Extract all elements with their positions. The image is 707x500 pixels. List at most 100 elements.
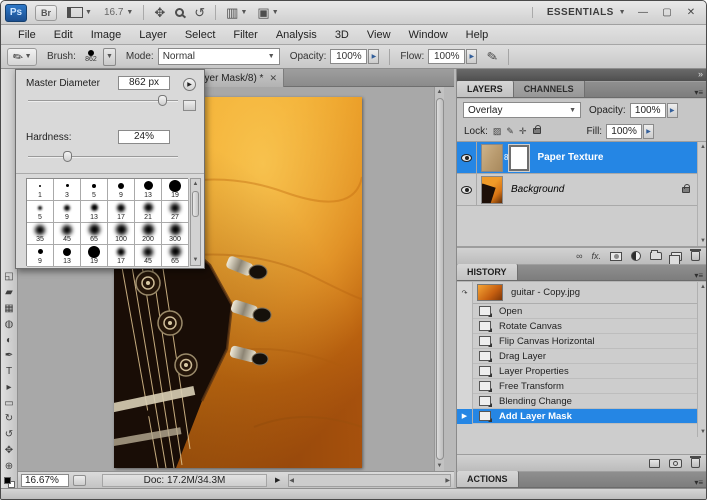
panel-menu-icon[interactable]: ▾≡: [694, 271, 707, 280]
horizontal-scrollbar[interactable]: ◀ ▶: [288, 474, 451, 487]
dodge-tool-icon[interactable]: ◐: [1, 332, 17, 348]
menu-layer[interactable]: Layer: [130, 29, 176, 41]
scroll-down-icon[interactable]: ▼: [437, 461, 443, 471]
zoom-tool-icon[interactable]: [175, 8, 184, 17]
menu-filter[interactable]: Filter: [224, 29, 266, 41]
brush-preset-45[interactable]: 45: [135, 245, 162, 267]
scroll-down-icon[interactable]: ▼: [193, 255, 199, 265]
close-button[interactable]: ✕: [684, 7, 698, 18]
brush-preset-21[interactable]: 21: [135, 201, 162, 223]
scroll-down-icon[interactable]: ▼: [700, 236, 706, 246]
new-group-icon[interactable]: [650, 252, 662, 260]
hand-tool-icon[interactable]: ✥: [154, 5, 165, 21]
history-state-layer-properties[interactable]: Layer Properties: [457, 364, 698, 379]
status-zoom-field[interactable]: 16.67%: [21, 474, 69, 487]
tab-channels[interactable]: CHANNELS: [514, 81, 585, 97]
history-brush-source[interactable]: ↷: [457, 282, 473, 304]
brush-preset-17[interactable]: 17: [108, 245, 135, 267]
brush-preset-9[interactable]: 9: [27, 245, 54, 267]
layer-mask-thumbnail[interactable]: [509, 145, 529, 171]
popup-flyout-button[interactable]: ▶: [183, 78, 196, 91]
status-options-arrow[interactable]: ▶: [275, 476, 280, 484]
history-scrollbar[interactable]: ▲ ▼: [697, 282, 707, 437]
menu-analysis[interactable]: Analysis: [267, 29, 326, 41]
new-layer-icon[interactable]: [671, 252, 682, 261]
brush-preset-5[interactable]: 5: [27, 201, 54, 223]
slider-thumb[interactable]: [158, 95, 167, 106]
workspace-switcher[interactable]: ESSENTIALS▼: [532, 7, 626, 18]
delete-layer-icon[interactable]: [691, 251, 700, 261]
scroll-up-icon[interactable]: ▲: [437, 87, 443, 97]
brush-preset-19[interactable]: 19: [162, 179, 189, 201]
color-swatches[interactable]: [4, 477, 15, 488]
layer-opacity-slider-button[interactable]: ▶: [667, 103, 678, 118]
brush-preset-5[interactable]: 5: [81, 179, 108, 201]
menu-window[interactable]: Window: [400, 29, 457, 41]
panel-menu-icon[interactable]: ▾≡: [694, 88, 707, 97]
delete-state-icon[interactable]: [691, 458, 700, 468]
arrange-documents-icon[interactable]: ▥▼: [226, 5, 247, 21]
foreground-color[interactable]: [4, 477, 11, 484]
brush-preset-9[interactable]: 9: [108, 179, 135, 201]
gradient-tool-icon[interactable]: ▦: [1, 301, 17, 317]
add-layer-mask-icon[interactable]: [610, 252, 622, 261]
scroll-up-icon[interactable]: ▲: [700, 142, 706, 152]
rotate-3d-tool-icon[interactable]: ↻: [1, 411, 17, 427]
history-brush-source[interactable]: [457, 304, 473, 319]
brush-preview[interactable]: 862: [80, 47, 102, 67]
create-new-brush-button[interactable]: [183, 100, 196, 111]
brush-preset-65[interactable]: 65: [162, 245, 189, 267]
history-brush-source[interactable]: [457, 319, 473, 334]
scrollbar-thumb[interactable]: [436, 98, 444, 460]
history-brush-source[interactable]: [457, 394, 473, 409]
brush-preset-100[interactable]: 100: [108, 223, 135, 245]
history-state-drag-layer[interactable]: Drag Layer: [457, 349, 698, 364]
zoom-tool-icon[interactable]: ⊕: [1, 458, 17, 474]
brush-preset-27[interactable]: 27: [162, 201, 189, 223]
hardness-slider[interactable]: [28, 156, 178, 158]
menu-view[interactable]: View: [358, 29, 400, 41]
visibility-toggle[interactable]: [457, 174, 477, 206]
tab-layers[interactable]: LAYERS: [457, 81, 514, 97]
layer-name[interactable]: Background: [511, 184, 564, 195]
opacity-slider-button[interactable]: ▶: [368, 49, 379, 64]
crop-tool-icon[interactable]: ◱: [1, 269, 17, 285]
brush-preset-1[interactable]: 1: [27, 179, 54, 201]
history-state-add-layer-mask[interactable]: ▶Add Layer Mask: [457, 409, 698, 424]
history-state-rotate-canvas[interactable]: Rotate Canvas: [457, 319, 698, 334]
layer-style-icon[interactable]: fx.: [591, 251, 601, 261]
history-state-free-transform[interactable]: Free Transform: [457, 379, 698, 394]
lock-transparency-icon[interactable]: ▨: [493, 126, 502, 137]
brush-preset-13[interactable]: 13: [135, 179, 162, 201]
scroll-down-icon[interactable]: ▼: [700, 427, 706, 437]
opacity-field[interactable]: 100%: [330, 49, 367, 64]
pen-tool-icon[interactable]: ✒: [1, 348, 17, 364]
maximize-button[interactable]: ▢: [660, 7, 674, 18]
mask-link-icon[interactable]: 8: [504, 153, 508, 162]
history-brush-source[interactable]: [457, 379, 473, 394]
view-extras-icon[interactable]: ▼: [67, 7, 92, 18]
flow-slider-button[interactable]: ▶: [466, 49, 477, 64]
menu-file[interactable]: File: [9, 29, 45, 41]
brush-picker-dropdown[interactable]: ▼: [103, 48, 116, 66]
scroll-up-icon[interactable]: ▲: [700, 282, 706, 292]
scrollbar-thumb[interactable]: [192, 191, 199, 217]
menu-help[interactable]: Help: [457, 29, 498, 41]
brush-grid-scrollbar[interactable]: ▲ ▼: [190, 178, 201, 266]
history-brush-source[interactable]: [457, 334, 473, 349]
brush-preset-17[interactable]: 17: [108, 201, 135, 223]
brush-preset-45[interactable]: 45: [54, 223, 81, 245]
history-state-blending-change[interactable]: Blending Change: [457, 394, 698, 409]
layer-opacity-field[interactable]: 100%: [630, 103, 666, 118]
bridge-button[interactable]: Br: [35, 5, 57, 21]
layer-thumbnail[interactable]: [481, 176, 503, 204]
flow-field[interactable]: 100%: [428, 49, 465, 64]
tab-history[interactable]: HISTORY: [457, 264, 518, 280]
lock-all-icon[interactable]: [533, 128, 541, 134]
tab-close-icon[interactable]: ✕: [269, 73, 277, 84]
screen-mode-icon[interactable]: ▣▼: [257, 5, 278, 21]
lock-position-icon[interactable]: ✛: [519, 126, 527, 137]
new-document-from-state-icon[interactable]: [649, 459, 660, 468]
menu-select[interactable]: Select: [176, 29, 225, 41]
visibility-toggle[interactable]: [457, 142, 477, 174]
